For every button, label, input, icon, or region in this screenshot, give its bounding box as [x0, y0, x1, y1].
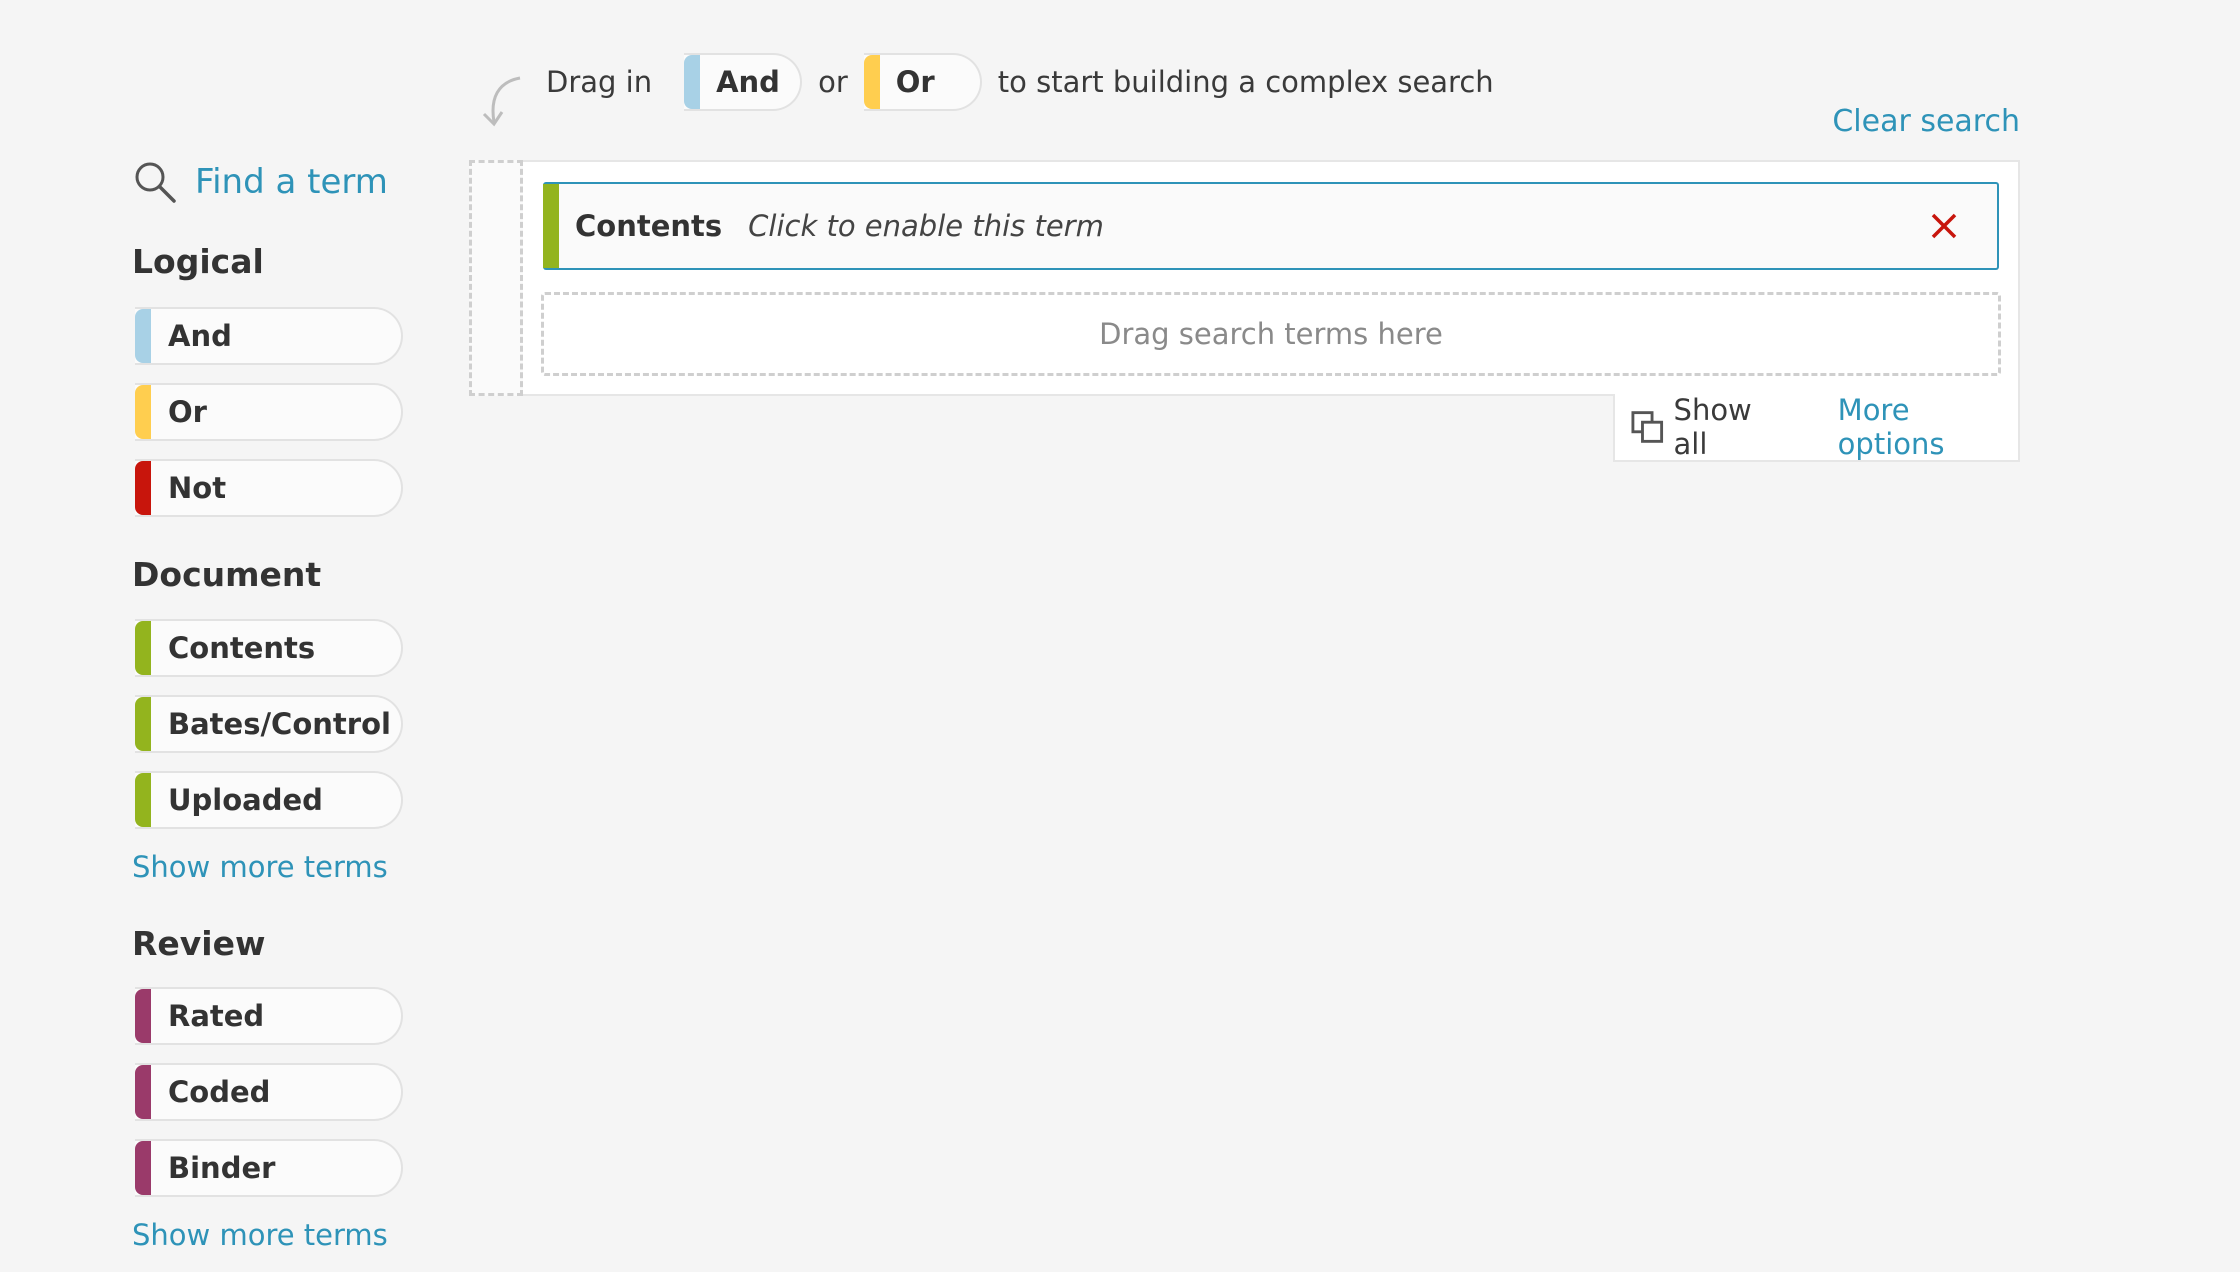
hint-or-word: or: [818, 65, 848, 99]
term-and[interactable]: And: [135, 307, 403, 365]
find-term-link[interactable]: Find a term: [133, 160, 388, 204]
term-label: Or: [168, 395, 207, 429]
hint-suffix: to start building a complex search: [997, 65, 1494, 99]
hint-and-label: And: [716, 65, 780, 99]
term-label: Bates/Control: [168, 707, 391, 741]
term-label: Coded: [168, 1075, 271, 1109]
section-title-document: Document: [132, 555, 322, 594]
term-rated[interactable]: Rated: [135, 987, 403, 1045]
term-row-name: Contents: [575, 209, 723, 243]
term-label: Binder: [168, 1151, 276, 1185]
hint-or-pill[interactable]: Or: [863, 53, 982, 111]
term-bates-control[interactable]: Bates/Control: [135, 695, 403, 753]
builder-options-bar: Show all More options: [1613, 393, 2020, 462]
close-icon[interactable]: [1929, 211, 1959, 241]
term-label: Uploaded: [168, 783, 323, 817]
term-label: Rated: [168, 999, 265, 1033]
term-or[interactable]: Or: [135, 383, 403, 441]
drop-zone[interactable]: Drag search terms here: [541, 292, 2001, 376]
hint-and-pill[interactable]: And: [684, 53, 803, 111]
show-all-label: Show all: [1673, 393, 1752, 461]
term-label: Contents: [168, 631, 316, 665]
show-more-review-terms[interactable]: Show more terms: [132, 1218, 388, 1252]
term-binder[interactable]: Binder: [135, 1139, 403, 1197]
group-drag-handle[interactable]: [469, 160, 523, 396]
section-title-review: Review: [132, 924, 266, 963]
section-title-logical: Logical: [132, 242, 264, 281]
curved-arrow-icon: [482, 76, 521, 127]
drag-hint: Drag in And or Or to start building a co…: [546, 52, 1510, 112]
show-more-document-terms[interactable]: Show more terms: [132, 850, 388, 884]
search-icon: [135, 162, 176, 203]
term-contents[interactable]: Contents: [135, 619, 403, 677]
term-uploaded[interactable]: Uploaded: [135, 771, 403, 829]
find-term-label: Find a term: [195, 162, 388, 202]
term-label: And: [168, 319, 232, 353]
contents-term-row[interactable]: Contents Click to enable this term: [543, 182, 1999, 270]
expand-copy-icon: [1631, 411, 1664, 443]
show-all-button[interactable]: Show all: [1631, 393, 1790, 461]
term-row-desc: Click to enable this term: [748, 209, 1104, 243]
term-label: Not: [168, 471, 227, 505]
hint-or-label: Or: [895, 65, 935, 99]
term-not[interactable]: Not: [135, 459, 403, 517]
clear-search-link[interactable]: Clear search: [1832, 104, 2020, 139]
more-options-link[interactable]: More options: [1838, 393, 2018, 461]
hint-prefix: Drag in: [546, 65, 653, 99]
term-coded[interactable]: Coded: [135, 1063, 403, 1121]
